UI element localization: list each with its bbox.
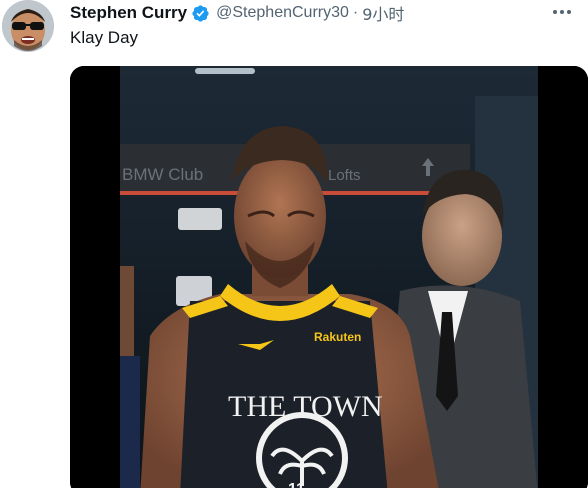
avatar-image	[2, 0, 54, 52]
jersey-brand: Rakuten	[314, 330, 361, 344]
more-options-icon[interactable]	[550, 2, 574, 22]
author-name[interactable]: Stephen Curry	[70, 3, 187, 23]
author-handle[interactable]: @StephenCurry30	[216, 4, 349, 22]
separator-dot: ·	[352, 4, 359, 21]
signage-text: BMW Club	[122, 165, 203, 184]
tweet-media-video[interactable]: BMW Club Lofts Rakuten THE TOWN	[70, 66, 588, 488]
tweet-timestamp[interactable]: 9小时	[362, 1, 404, 25]
video-frame: BMW Club Lofts Rakuten THE TOWN	[70, 66, 588, 488]
jersey-number: 11	[288, 481, 305, 488]
tweet-text: Klay Day	[70, 28, 139, 47]
tweet-header: Stephen Curry @StephenCurry30 · 9小时	[70, 2, 404, 24]
signage-text-right: Lofts	[328, 167, 361, 184]
verified-badge-icon	[191, 4, 210, 23]
author-avatar[interactable]	[2, 0, 54, 52]
